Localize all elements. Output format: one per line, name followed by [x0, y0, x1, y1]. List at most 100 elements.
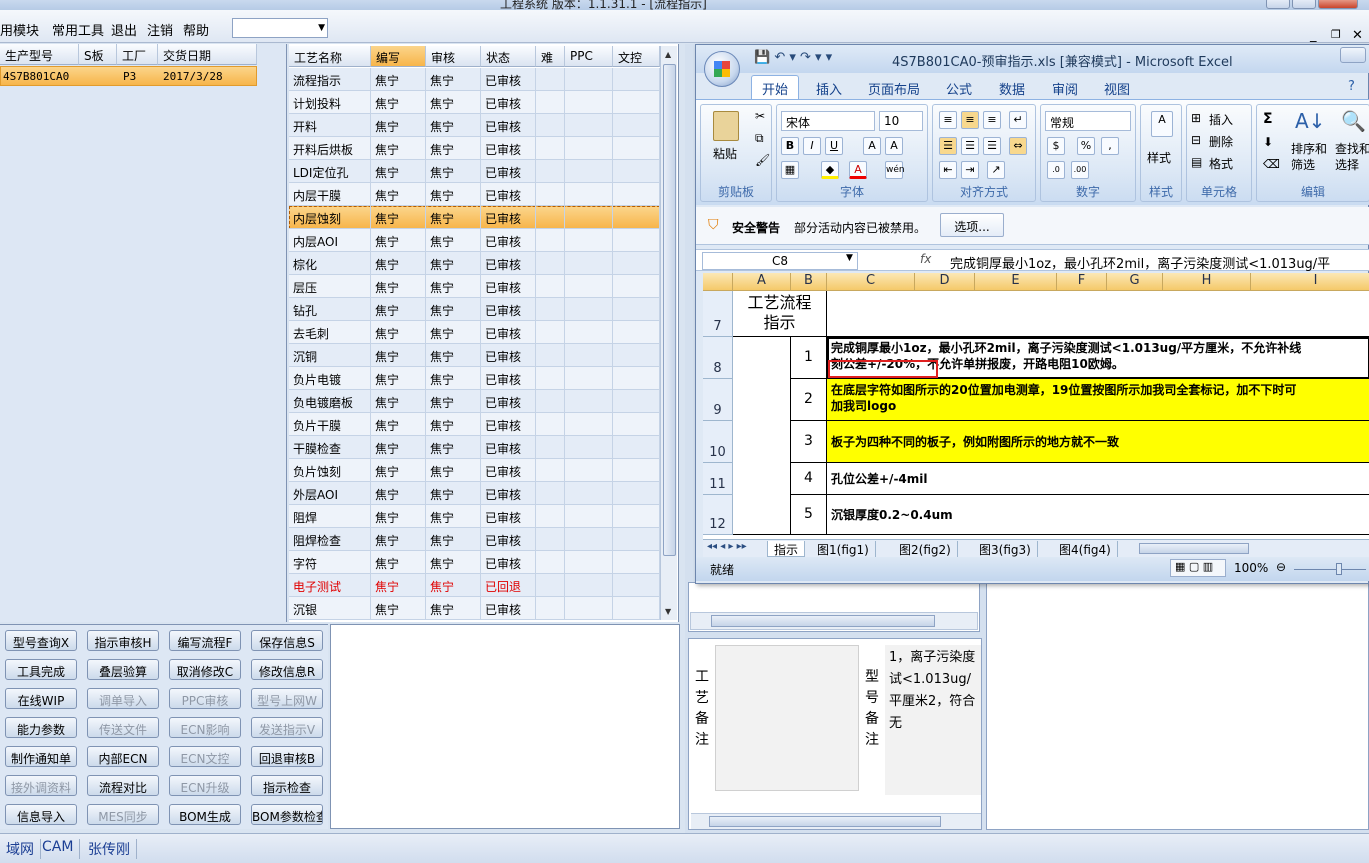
instruction-cell[interactable]: 孔位公差+/-4mil — [827, 463, 1369, 495]
action-button[interactable]: 型号查询X — [5, 630, 77, 651]
row-header[interactable]: 11 — [703, 463, 733, 495]
formula-input[interactable]: 完成铜厚最小1oz，最小孔环2mil，离子污染度测试<1.013ug/平 — [950, 253, 1330, 272]
align-bottom-icon[interactable]: ≡ — [983, 111, 1001, 129]
align-top-icon[interactable]: ≡ — [939, 111, 957, 129]
fill-color-icon[interactable]: ◆ — [821, 161, 839, 179]
menu-exit[interactable]: 退出 — [111, 20, 137, 39]
select-all-corner[interactable] — [703, 273, 733, 291]
phonetic-icon[interactable]: wén — [885, 161, 905, 179]
column-header[interactable]: C — [827, 273, 915, 291]
action-button[interactable]: MES同步 — [87, 804, 159, 825]
chevron-down-icon[interactable]: ▼ — [846, 253, 853, 263]
action-button[interactable]: 修改信息R — [251, 659, 323, 680]
sheet-nav-icon[interactable]: ◂◂ ◂ ▸ ▸▸ — [707, 541, 747, 552]
accounting-format-icon[interactable]: $ — [1047, 137, 1065, 155]
number-format-select[interactable]: 常规 — [1045, 111, 1131, 131]
column-header[interactable]: F — [1057, 273, 1107, 291]
cell[interactable] — [733, 379, 791, 421]
action-button[interactable]: ECN影响 — [169, 717, 241, 738]
minimize-app-button[interactable] — [1266, 0, 1290, 9]
increase-decimal-icon[interactable]: .0 — [1047, 161, 1065, 179]
col-header-ppc[interactable]: PPC — [565, 46, 613, 67]
maximize-app-button[interactable] — [1292, 0, 1316, 9]
column-header[interactable]: G — [1107, 273, 1163, 291]
zoom-slider-thumb[interactable] — [1336, 563, 1342, 575]
action-button[interactable]: 调单导入 — [87, 688, 159, 709]
menu-combo-box[interactable]: ▼ — [232, 18, 328, 38]
item-number-cell[interactable]: 2 — [791, 379, 827, 421]
action-button[interactable]: 制作通知单 — [5, 746, 77, 767]
action-button[interactable]: 叠层验算 — [87, 659, 159, 680]
instruction-cell[interactable]: 在底层字符如图所示的20位置加电测章，19位置按图所示加我司全套标记，加不下时可… — [827, 379, 1369, 421]
align-middle-icon[interactable]: ≡ — [961, 111, 979, 129]
action-button[interactable]: 保存信息S — [251, 630, 323, 651]
sheet-tab[interactable]: 指示 — [767, 541, 806, 557]
instruction-cell[interactable]: 沉银厚度0.2~0.4um — [827, 495, 1369, 535]
column-header[interactable]: I — [1251, 273, 1369, 291]
clear-icon[interactable]: ⌫ — [1263, 157, 1280, 171]
notes-hscrollbar[interactable] — [691, 813, 981, 829]
format-cells-button[interactable]: 格式 — [1209, 155, 1233, 172]
zoom-slider[interactable] — [1294, 569, 1366, 570]
table-row[interactable]: 4S7B801CA0 P3 2017/3/28 — [0, 66, 257, 86]
action-button[interactable]: 传送文件 — [87, 717, 159, 738]
help-icon[interactable]: ? — [1348, 79, 1355, 94]
delete-cells-button[interactable]: 删除 — [1209, 133, 1233, 150]
header-cell[interactable]: 工艺流程指示 — [733, 291, 827, 337]
row-header[interactable]: 7 — [703, 291, 733, 337]
action-button[interactable]: 指示审核H — [87, 630, 159, 651]
cell[interactable] — [827, 291, 1369, 337]
paste-button[interactable]: 粘贴 — [713, 145, 737, 162]
col-header-status[interactable]: 状态 — [481, 46, 536, 67]
action-button[interactable]: 信息导入 — [5, 804, 77, 825]
col-header-date[interactable]: 交货日期 — [158, 44, 257, 65]
action-button[interactable]: 回退审核B — [251, 746, 323, 767]
process-table-scrollbar[interactable]: ▲ ▼ — [660, 46, 677, 620]
name-box[interactable]: C8 — [702, 252, 858, 270]
menu-logout[interactable]: 注销 — [147, 20, 173, 39]
action-button[interactable]: 指示检查 — [251, 775, 323, 796]
action-button[interactable]: 能力参数 — [5, 717, 77, 738]
action-button[interactable]: 流程对比 — [87, 775, 159, 796]
options-button[interactable]: 选项... — [940, 213, 1004, 237]
font-size-select[interactable]: 10 — [879, 111, 923, 131]
bold-icon[interactable]: B — [781, 137, 799, 155]
underline-icon[interactable]: U — [825, 137, 843, 155]
excel-minimize-button[interactable] — [1340, 47, 1366, 63]
align-left-icon[interactable]: ☰ — [939, 137, 957, 155]
cell[interactable] — [733, 337, 791, 379]
row-header[interactable]: 8 — [703, 337, 733, 379]
col-header-reviewer[interactable]: 审核 — [426, 46, 481, 67]
styles-icon[interactable]: A — [1151, 111, 1173, 137]
merge-cells-icon[interactable]: ⇔ — [1009, 137, 1027, 155]
item-number-cell[interactable]: 5 — [791, 495, 827, 535]
row-header[interactable]: 10 — [703, 421, 733, 463]
sheet-tab[interactable]: 图2(fig2) — [893, 541, 958, 557]
decrease-decimal-icon[interactable]: .00 — [1071, 161, 1089, 179]
format-painter-icon[interactable]: 🖌 — [755, 153, 770, 167]
cell[interactable] — [733, 463, 791, 495]
align-right-icon[interactable]: ☰ — [983, 137, 1001, 155]
action-button[interactable]: 工具完成 — [5, 659, 77, 680]
scroll-up-icon[interactable]: ▲ — [665, 50, 671, 59]
row-header[interactable]: 9 — [703, 379, 733, 421]
tab-data[interactable]: 数据 — [999, 79, 1025, 98]
autosum-icon[interactable]: Σ — [1263, 111, 1273, 127]
comma-style-icon[interactable]: , — [1101, 137, 1119, 155]
col-header-process[interactable]: 工艺名称 — [289, 46, 371, 67]
align-center-icon[interactable]: ☰ — [961, 137, 979, 155]
scroll-down-icon[interactable]: ▼ — [665, 607, 671, 616]
column-header[interactable]: B — [791, 273, 827, 291]
view-buttons[interactable]: ▦ ▢ ▥ — [1170, 559, 1226, 577]
column-header[interactable]: E — [975, 273, 1057, 291]
fill-icon[interactable]: ⬇ — [1263, 135, 1273, 149]
shrink-font-icon[interactable]: A — [885, 137, 903, 155]
zoom-out-icon[interactable]: ⊖ — [1276, 560, 1286, 574]
process-note-field[interactable] — [715, 645, 859, 791]
sheet-tab[interactable]: 图3(fig3) — [973, 541, 1038, 557]
insert-cells-button[interactable]: 插入 — [1209, 111, 1233, 128]
col-header-model[interactable]: 生产型号 — [0, 44, 79, 65]
sheet-tab[interactable]: 图4(fig4) — [1053, 541, 1118, 557]
menu-tools[interactable]: 常用工具 — [52, 20, 104, 39]
item-number-cell[interactable]: 4 — [791, 463, 827, 495]
